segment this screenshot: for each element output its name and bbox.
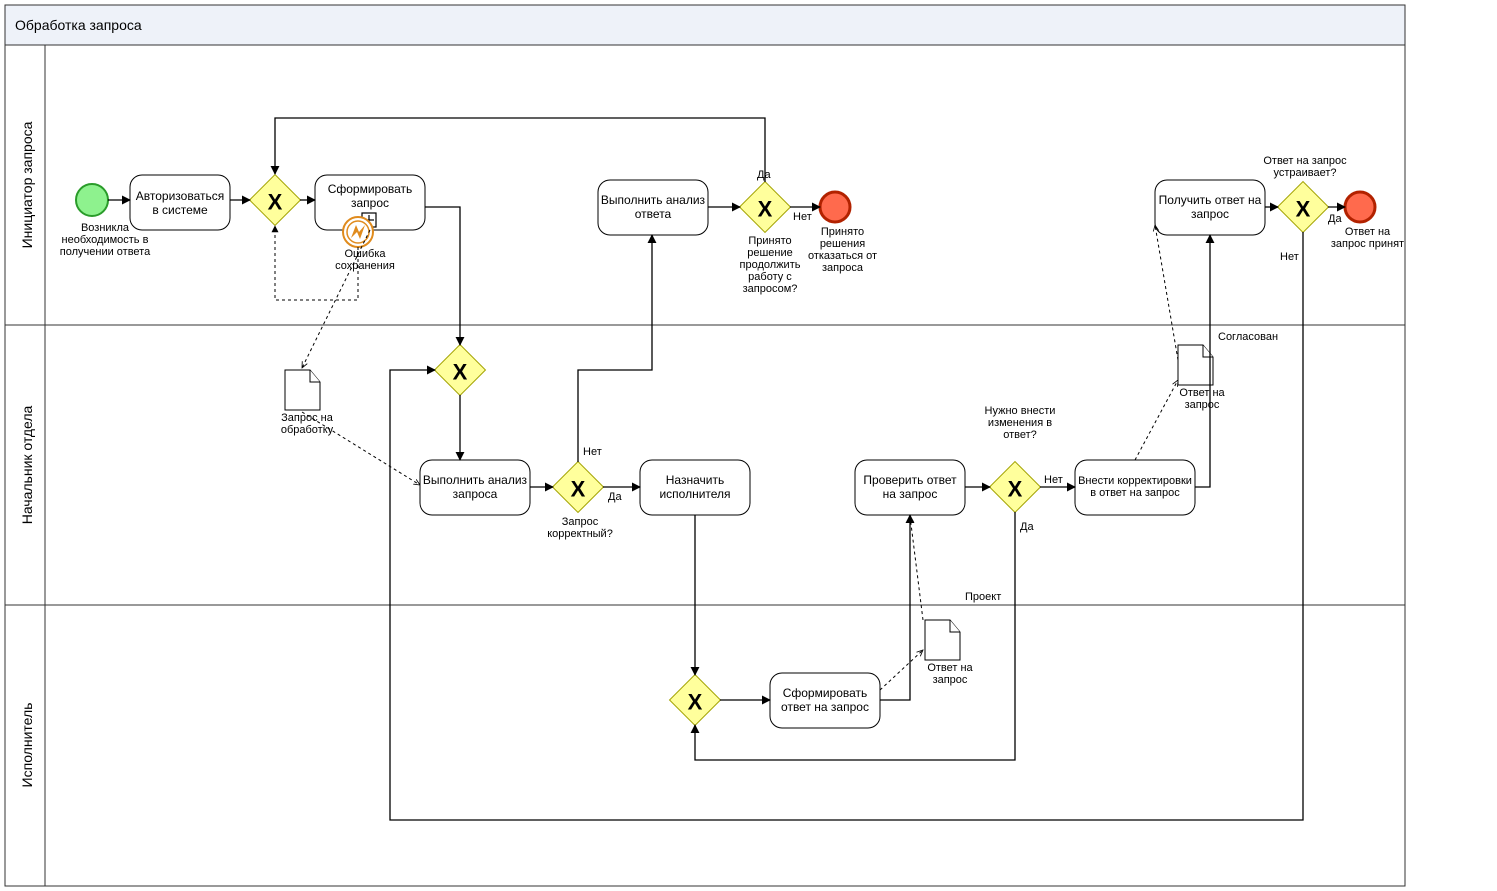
svg-text:Согласован: Согласован (1218, 331, 1278, 343)
gateway-changes: X (990, 462, 1041, 513)
bpmn-diagram: Обработка запроса Инициатор запроса Нача… (0, 0, 1497, 891)
svg-text:Да: Да (1328, 213, 1342, 225)
data-object-request (285, 370, 320, 410)
end-event-refuse (820, 192, 850, 222)
data-object-draft (925, 620, 960, 660)
pool-title: Обработка запроса (15, 17, 142, 33)
svg-text:X: X (1008, 477, 1023, 502)
start-event (76, 184, 108, 216)
svg-text:Нет: Нет (1280, 251, 1299, 263)
svg-text:Нет: Нет (1044, 474, 1063, 486)
svg-text:X: X (758, 197, 773, 222)
gateway-satisfy: X (1278, 182, 1329, 233)
gateway-merge-2: X (435, 345, 486, 396)
pool-header (5, 5, 1405, 45)
gateway-continue: X (740, 182, 791, 233)
svg-text:X: X (571, 477, 586, 502)
gateway-merge-3: X (670, 675, 721, 726)
svg-text:X: X (453, 360, 468, 385)
end-event-refuse-label: Принято решения отказаться от запроса (800, 226, 885, 274)
end-event-accept (1345, 192, 1375, 222)
svg-text:Проект: Проект (965, 591, 1001, 603)
gateway-changes-label: Нужно внести изменения в ответ? (975, 405, 1065, 441)
svg-text:X: X (268, 190, 283, 215)
end-event-accept-label: Ответ на запрос принят (1330, 226, 1405, 250)
gateway-satisfy-label: Ответ на запрос устраивает? (1245, 155, 1365, 179)
svg-text:Нет: Нет (793, 211, 812, 223)
lane-1-label: Инициатор запроса (19, 121, 35, 248)
gateway-correct: X (553, 462, 604, 513)
svg-text:X: X (1296, 197, 1311, 222)
gateway-correct-label: Запрос корректный? (545, 516, 615, 540)
svg-text:Да: Да (1020, 521, 1034, 533)
svg-text:Нет: Нет (583, 446, 602, 458)
data-object-approved (1178, 345, 1213, 385)
lane-2-label: Начальник отдела (19, 406, 35, 525)
svg-text:Да: Да (757, 169, 771, 181)
error-event-label: Ошибка сохранения (325, 248, 405, 272)
svg-text:Да: Да (608, 491, 622, 503)
gateway-merge-1: X (250, 175, 301, 226)
svg-text:X: X (688, 690, 703, 715)
lane-3-label: Исполнитель (19, 703, 35, 788)
